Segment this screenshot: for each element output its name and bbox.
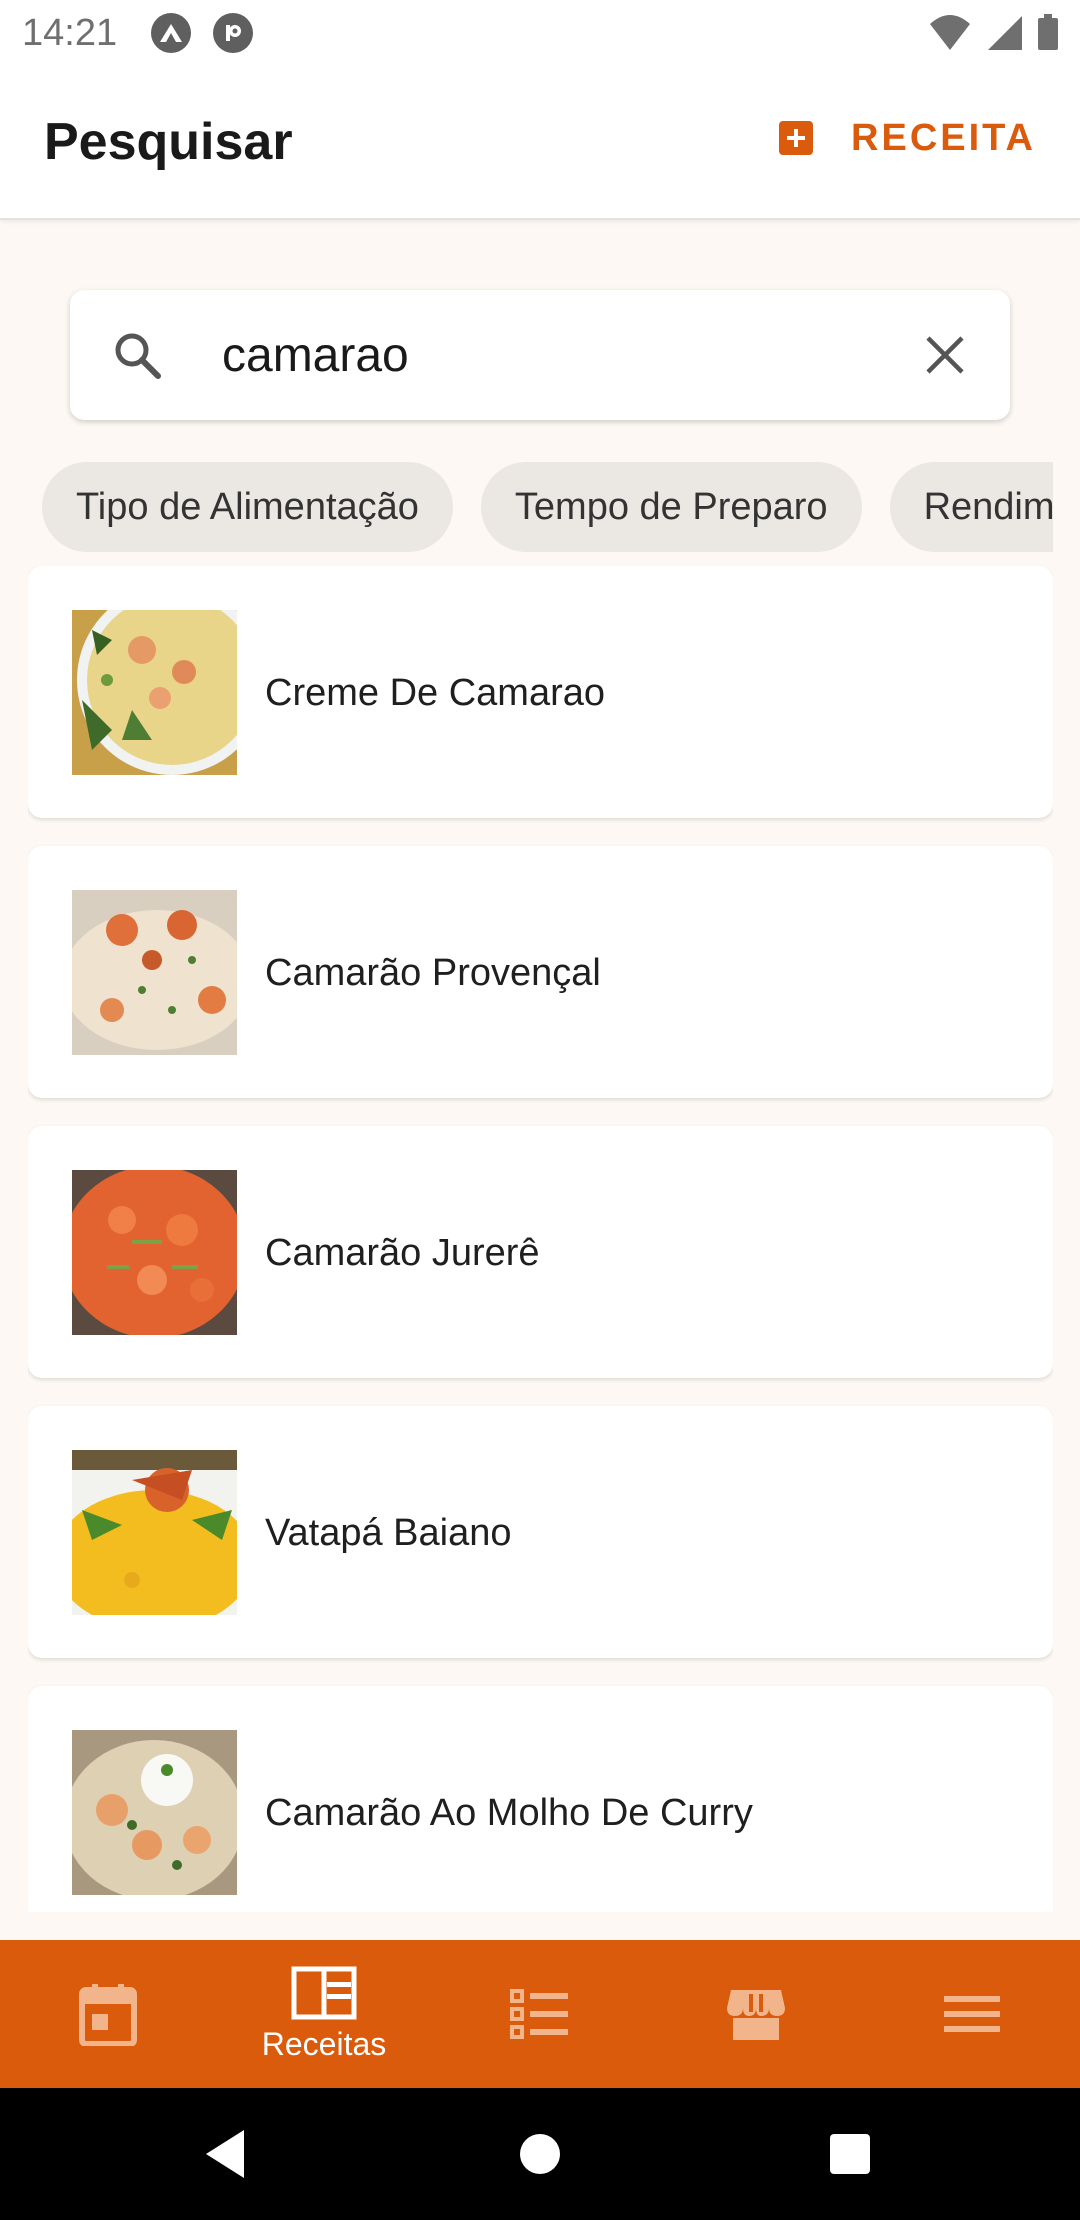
p-logo-icon (213, 13, 254, 53)
recipe-title: Camarão Ao Molho De Curry (265, 1792, 753, 1834)
checklist-icon (510, 1989, 568, 2039)
add-recipe-label: RECEITA (851, 116, 1036, 159)
calendar-icon (79, 1984, 137, 2046)
signal-icon (988, 16, 1022, 50)
recipe-thumbnail (72, 610, 237, 775)
menu-icon (944, 1996, 1000, 2032)
status-bar: 14:21 (0, 0, 1080, 66)
search-box (70, 290, 1010, 420)
nav-item-calendar[interactable] (0, 1940, 216, 2088)
recipe-title: Creme De Camarao (265, 672, 605, 714)
recents-icon[interactable] (830, 2134, 870, 2174)
chip-prep-time[interactable]: Tempo de Preparo (480, 462, 862, 552)
nav-item-list[interactable] (432, 1940, 648, 2088)
recipe-card[interactable]: Creme De Camarao (28, 566, 1053, 818)
nav-label-recipes: Receitas (261, 2025, 387, 2062)
status-time: 14:21 (22, 11, 118, 54)
recipe-thumbnail (72, 890, 237, 1055)
chip-food-type[interactable]: Tipo de Alimentação (42, 462, 453, 552)
book-icon (291, 1966, 357, 2019)
wifi-icon (930, 15, 970, 50)
search-input[interactable] (222, 320, 922, 390)
close-icon[interactable] (920, 330, 970, 380)
recipe-title: Camarão Jurerê (265, 1232, 540, 1274)
recipe-card[interactable]: Vatapá Baiano (28, 1406, 1053, 1658)
filter-chips: Tipo de Alimentação Tempo de Preparo Ren… (42, 462, 1053, 554)
recipe-thumbnail (72, 1450, 237, 1615)
search-icon (115, 333, 161, 379)
recipe-thumbnail (72, 1170, 237, 1335)
nav-item-recipes[interactable]: Receitas (216, 1940, 432, 2088)
back-icon[interactable] (204, 2128, 248, 2180)
recipe-title: Camarão Provençal (265, 952, 601, 994)
nav-item-menu[interactable] (864, 1940, 1080, 2088)
home-icon[interactable] (520, 2134, 560, 2174)
bottom-navigation: Receitas (0, 1940, 1080, 2088)
recipe-card[interactable]: Camarão Provençal (28, 846, 1053, 1098)
nav-item-store[interactable] (648, 1940, 864, 2088)
chip-yield[interactable]: Rendimento (889, 462, 1053, 552)
add-recipe-button[interactable]: RECEITA (779, 106, 1036, 170)
app-bar: Pesquisar RECEITA (0, 66, 1080, 220)
page-title: Pesquisar (44, 113, 293, 171)
recipe-title: Vatapá Baiano (265, 1512, 512, 1554)
system-navigation-bar (0, 2088, 1080, 2220)
store-icon (727, 1990, 785, 2040)
recipe-card[interactable]: Camarão Ao Molho De Curry (28, 1686, 1053, 1912)
add-box-icon (779, 121, 814, 155)
battery-icon (1038, 14, 1058, 50)
recipe-thumbnail (72, 1730, 237, 1895)
a-logo-icon (151, 13, 192, 53)
recipe-list: Creme De Camarao Camarão Provençal Camar… (28, 566, 1053, 1912)
recipe-card[interactable]: Camarão Jurerê (28, 1126, 1053, 1378)
status-icons (928, 12, 1060, 52)
